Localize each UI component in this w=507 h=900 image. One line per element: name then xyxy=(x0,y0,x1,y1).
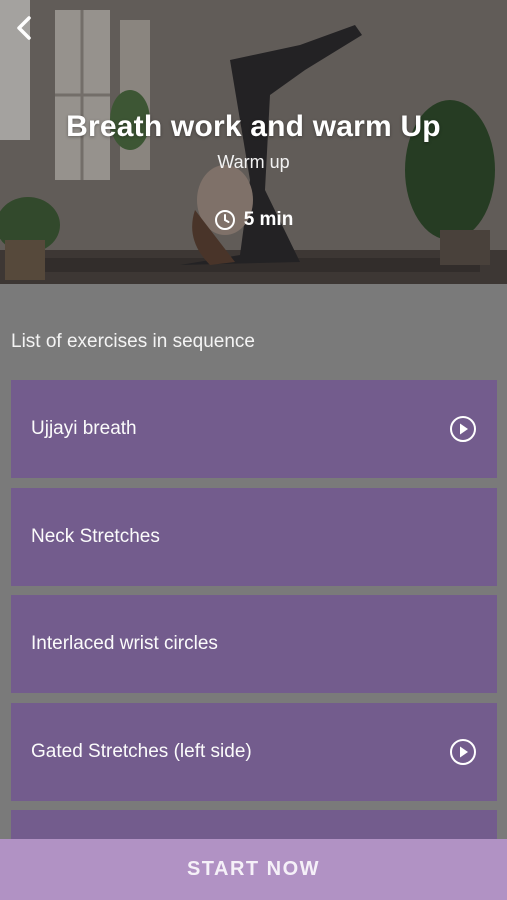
page-subtitle: Warm up xyxy=(217,152,290,172)
page-title: Breath work and warm Up xyxy=(66,110,441,143)
start-now-label: START NOW xyxy=(186,858,321,880)
exercise-label: Neck Stretches xyxy=(31,525,160,547)
clock-icon xyxy=(214,210,235,230)
exercise-label: Interlaced wrist circles xyxy=(31,633,218,654)
start-now-button[interactable]: START NOW xyxy=(0,839,507,900)
exercise-item-gated-stretches[interactable]: Gated Stretches (left side) xyxy=(11,702,497,801)
exercise-item-ujjayi-breath[interactable]: Ujjayi breath xyxy=(11,380,497,478)
play-icon[interactable] xyxy=(449,415,477,443)
exercise-label: Gated Stretches (left side) xyxy=(31,740,252,762)
back-button[interactable] xyxy=(10,12,38,44)
section-heading: List of exercises in sequence xyxy=(11,331,255,352)
exercise-item-neck-stretches[interactable]: Neck Stretches xyxy=(11,487,497,586)
duration-info: 5 min xyxy=(0,209,507,231)
play-icon[interactable] xyxy=(449,738,477,766)
hero-banner: Breath work and warm Up Warm up 5 min xyxy=(0,0,507,284)
exercise-list: Ujjayi breath Neck Stretches Interlaced … xyxy=(11,380,497,900)
exercise-item-interlaced-wrist-circles[interactable]: Interlaced wrist circles xyxy=(11,595,497,693)
duration-text: 5 min xyxy=(243,209,294,230)
exercise-label: Ujjayi breath xyxy=(31,418,137,439)
chevron-left-icon xyxy=(17,16,31,40)
